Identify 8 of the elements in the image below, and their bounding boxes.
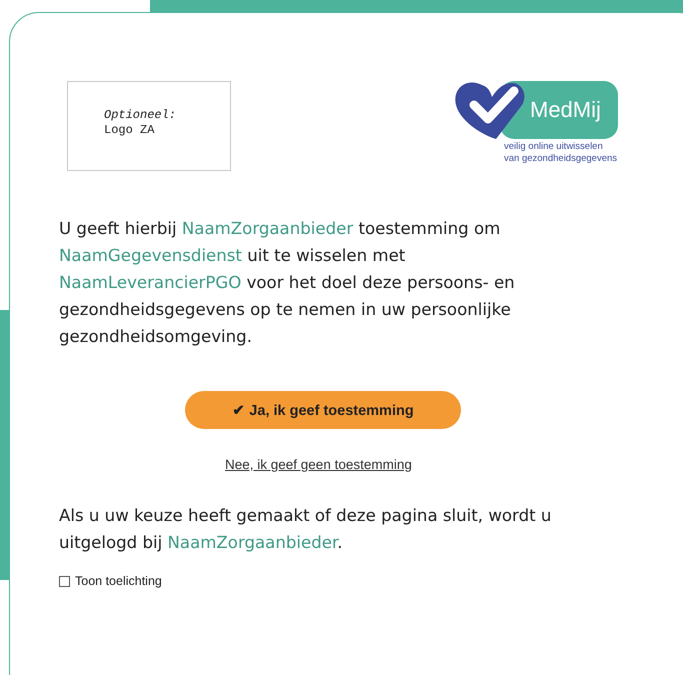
accept-button[interactable]: ✔ Ja, ik geef toestemming [185, 391, 461, 429]
checkbox[interactable] [59, 576, 70, 586]
logo-placeholder-text: Optioneel: Logo ZA [104, 108, 176, 138]
logo-tagline: veilig online uitwisselen van gezondheidsgegevens [504, 141, 618, 165]
checkbox-label[interactable]: Toon toelichting [75, 574, 162, 588]
consent-text: U geeft hierbij NaamZorgaanbieder toestemming om NaamGegevensdienst uit te wisselen met NaamLeverancierPGO voor het doel deze persoons- en gezondheidsgegevens op te nemen in uw persoonlijke gezondheidsomgeving. [59, 218, 516, 348]
decline-link[interactable]: Nee, ik geef geen toestemming [225, 457, 412, 472]
logout-notice: Als u uw keuze heeft gemaakt of deze pagina sluit, wordt u uitgelogd bij NaamZorgaanbieder. [59, 505, 552, 554]
